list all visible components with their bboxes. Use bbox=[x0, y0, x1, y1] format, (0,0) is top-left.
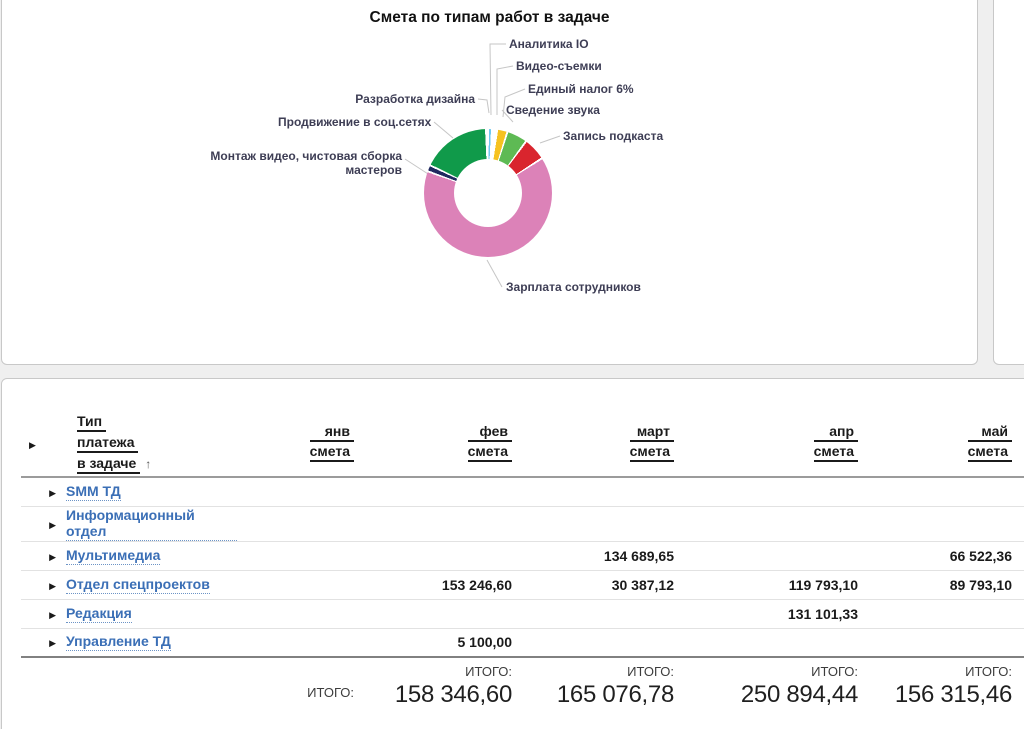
totals-value-apr: 250 894,44 bbox=[674, 680, 858, 710]
pie-label-edinyj-nalog: Единый налог 6% bbox=[528, 82, 634, 96]
expand-row-icon[interactable]: ▶ bbox=[49, 581, 56, 591]
pie-label-zapis-podkasta: Запись подкаста bbox=[563, 129, 663, 143]
row-link-redakciya[interactable]: Редакция bbox=[66, 605, 132, 623]
row-link-smm-td[interactable]: SMM ТД bbox=[66, 483, 121, 501]
column-header-feb[interactable]: фев смета bbox=[354, 411, 512, 477]
pie-label-zarplata: Зарплата сотрудников bbox=[506, 280, 641, 294]
donut-hole bbox=[454, 159, 522, 227]
totals-label-apr: ИТОГО: bbox=[674, 664, 858, 680]
adjacent-card bbox=[993, 0, 1024, 365]
totals-row: ИТОГО: ИТОГО: 158 346,60 ИТОГО: 165 076,… bbox=[21, 657, 1024, 727]
pie-label-analitika-io: Аналитика IO bbox=[509, 37, 589, 51]
totals-label-mar: ИТОГО: bbox=[512, 664, 674, 680]
chart-title: Смета по типам работ в задаче bbox=[2, 9, 977, 27]
pie-label-montazh-video: Монтаж видео, чистовая сборка мастеров bbox=[204, 149, 402, 177]
pie-label-prodvizhenie: Продвижение в соц.сетях bbox=[278, 115, 431, 129]
row-link-upravlenie-td[interactable]: Управление ТД bbox=[66, 633, 171, 651]
budget-table-card: ▶ Тип платежа в задаче↑ янв смета bbox=[1, 378, 1024, 729]
expand-all-icon[interactable]: ▶ bbox=[29, 440, 36, 450]
column-header-mar[interactable]: март смета bbox=[512, 411, 674, 477]
column-header-payment-type[interactable]: Тип платежа в задаче↑ bbox=[77, 413, 151, 472]
pie-label-video-semki: Видео-съемки bbox=[516, 59, 602, 73]
column-header-may[interactable]: май смета bbox=[858, 411, 1012, 477]
row-link-informacionnyj-otdel[interactable]: Информационный отдел bbox=[66, 507, 237, 541]
totals-value-may: 156 315,46 bbox=[858, 680, 1012, 710]
budget-table: ▶ Тип платежа в задаче↑ янв смета bbox=[21, 411, 1024, 727]
expand-row-icon[interactable]: ▶ bbox=[49, 552, 56, 562]
pie-label-svedenie-zvuka: Сведение звука bbox=[506, 103, 600, 117]
totals-label-jan: ИТОГО: bbox=[237, 685, 354, 701]
table-row: ▶ Отдел спецпроектов 153 246,60 30 387,1… bbox=[21, 570, 1024, 599]
table-row: ▶ Информационный отдел bbox=[21, 506, 1024, 541]
donut-chart[interactable] bbox=[424, 129, 552, 257]
row-link-multimedia[interactable]: Мультимедиа bbox=[66, 547, 160, 565]
column-header-jan[interactable]: янв смета bbox=[237, 411, 354, 477]
chart-card: Смета по типам работ в задаче Аналитика … bbox=[1, 0, 978, 365]
table-row: ▶ SMM ТД bbox=[21, 477, 1024, 506]
table-row: ▶ Редакция 131 101,33 bbox=[21, 599, 1024, 628]
row-link-otdel-specproektov[interactable]: Отдел спецпроектов bbox=[66, 576, 210, 594]
column-header-apr[interactable]: апр смета bbox=[674, 411, 858, 477]
sort-asc-icon: ↑ bbox=[145, 457, 151, 471]
expand-row-icon[interactable]: ▶ bbox=[49, 488, 56, 498]
table-header-row: ▶ Тип платежа в задаче↑ янв смета bbox=[21, 411, 1024, 477]
totals-label-feb: ИТОГО: bbox=[354, 664, 512, 680]
expand-row-icon[interactable]: ▶ bbox=[49, 520, 56, 530]
expand-row-icon[interactable]: ▶ bbox=[49, 610, 56, 620]
table-row: ▶ Мультимедиа 134 689,65 66 522,36 bbox=[21, 541, 1024, 570]
totals-value-feb: 158 346,60 bbox=[354, 680, 512, 710]
expand-row-icon[interactable]: ▶ bbox=[49, 638, 56, 648]
table-row: ▶ Управление ТД 5 100,00 bbox=[21, 628, 1024, 657]
totals-label-may: ИТОГО: bbox=[858, 664, 1012, 680]
totals-value-mar: 165 076,78 bbox=[512, 680, 674, 710]
pie-label-razrabotka-dizajna: Разработка дизайна bbox=[348, 92, 475, 106]
